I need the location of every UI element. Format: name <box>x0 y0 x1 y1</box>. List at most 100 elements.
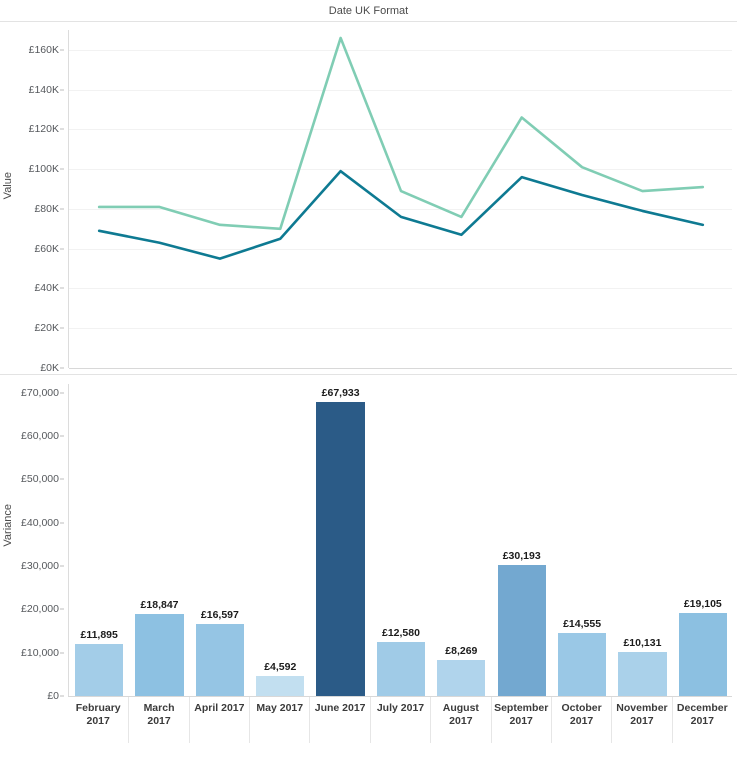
bar-slot: £19,105 <box>673 384 733 696</box>
x-axis-label: October 2017 <box>561 702 602 727</box>
bar-value-label: £4,592 <box>264 661 297 674</box>
line-chart-y-tick-label: £40K <box>34 282 59 295</box>
x-axis-label: February 2017 <box>75 702 121 727</box>
bar-chart-y-tick-mark <box>60 608 64 610</box>
bar-value-label: £10,131 <box>623 637 662 650</box>
bar-slot: £10,131 <box>612 384 672 696</box>
bar-value-label: £14,555 <box>563 617 602 630</box>
chart-title-bar: Date UK Format <box>0 0 737 22</box>
line-chart-y-tick-mark <box>60 208 64 210</box>
x-axis-slot: November 2017 <box>611 697 671 743</box>
bar-value-label: £8,269 <box>445 645 478 658</box>
line-chart-y-tick-mark <box>60 168 64 170</box>
line-chart-y-tick-mark <box>60 128 64 130</box>
bar-chart-y-tick-label: £0 <box>47 689 59 702</box>
bar-chart-y-tick-label: £60,000 <box>21 429 59 442</box>
bar-chart-y-tick-mark <box>60 392 64 394</box>
bar-chart-y-tick-mark <box>60 478 64 480</box>
line-chart-y-tick-label: £120K <box>28 123 59 136</box>
x-axis-slot: February 2017 <box>68 697 128 743</box>
dual-chart-viz: Date UK Format Value £0K £20K £40K £60K £80K… <box>0 0 737 772</box>
line-chart-y-tick-label: £100K <box>28 162 59 175</box>
x-axis-slot: May 2017 <box>249 697 309 743</box>
bar-value-label: £67,933 <box>321 386 360 399</box>
line-chart-baseline <box>69 368 732 369</box>
bar-slot: £8,269 <box>431 384 491 696</box>
bar-slot: £11,895 <box>69 384 129 696</box>
bar-value-label: £16,597 <box>200 609 239 622</box>
x-axis-label: August 2017 <box>442 702 479 727</box>
bar-chart-panel: Variance £0 £10,000 £20,000 £30,000 £40,000 £… <box>0 374 737 743</box>
line-chart-y-tick-label: £0K <box>40 361 59 374</box>
bar-chart-y-axis-title: Variance <box>2 504 14 547</box>
line-chart-y-tick-mark <box>60 248 64 250</box>
x-axis-label: November 2017 <box>616 702 668 727</box>
line-chart-y-tick-label: £140K <box>28 83 59 96</box>
bar[interactable] <box>75 644 124 696</box>
bar-chart-y-tick-mark <box>60 652 64 654</box>
line-chart-y-axis-title: Value <box>2 172 14 200</box>
x-axis-label: June 2017 <box>314 702 366 714</box>
bar-value-label: £18,847 <box>140 599 179 612</box>
line-chart-y-tick-mark <box>60 367 64 369</box>
bar[interactable] <box>557 632 607 696</box>
bar-chart-y-tick-mark <box>60 435 64 437</box>
bar-slot: £30,193 <box>492 384 552 696</box>
bar-slot: £67,933 <box>310 384 370 696</box>
bar[interactable] <box>497 565 546 696</box>
x-axis-slot: December 2017 <box>671 697 732 743</box>
bar-slot: £14,555 <box>552 384 612 696</box>
bar-chart-y-tick-label: £50,000 <box>21 473 59 486</box>
x-axis-slot: July 2017 <box>369 697 430 743</box>
x-axis-label: May 2017 <box>256 702 304 714</box>
bar[interactable] <box>437 660 486 696</box>
bar[interactable] <box>135 614 184 696</box>
bar[interactable] <box>678 613 727 696</box>
bar-chart-y-tick-label: £70,000 <box>21 386 59 399</box>
line-series <box>97 36 705 231</box>
line-chart-y-tick-mark <box>60 89 64 91</box>
line-series-group <box>97 36 705 260</box>
bar-chart-x-axis: February 2017 March 2017 April 2017 May 201… <box>68 696 732 743</box>
bar-chart-y-tick-mark <box>60 522 64 524</box>
bar-chart-y-tick-label: £20,000 <box>21 603 59 616</box>
line-chart-y-tick-mark <box>60 49 64 51</box>
x-axis-label: September 2017 <box>494 702 549 727</box>
bar[interactable] <box>256 676 305 696</box>
bar-slot: £12,580 <box>371 384 431 696</box>
bar-chart-y-tick-label: £30,000 <box>21 559 59 572</box>
x-axis-slot: April 2017 <box>188 697 249 743</box>
line-chart-y-ticks: £0K £20K £40K £60K £80K £100K £120K £140K £160K <box>18 22 64 374</box>
line-chart-panel: Value £0K £20K £40K £60K £80K £100K £120K £140K… <box>0 22 737 374</box>
bar-slot: £16,597 <box>190 384 250 696</box>
line-chart-y-tick-label: £60K <box>34 242 59 255</box>
line-chart-y-tick-label: £20K <box>34 321 59 334</box>
page-title: Date UK Format <box>328 4 409 17</box>
line-chart-y-tick-mark <box>60 287 64 289</box>
bar-slot: £18,847 <box>129 384 189 696</box>
x-axis-slot: September 2017 <box>490 697 551 743</box>
bar-chart-y-tick-label: £40,000 <box>21 516 59 529</box>
bar-chart-y-ticks: £0 £10,000 £20,000 £30,000 £40,000 £50,000 £60… <box>18 374 64 732</box>
bar-value-label: £30,193 <box>502 550 541 563</box>
bar[interactable] <box>195 624 245 696</box>
bar-chart-plot-area: £11,895 £18,847 £16,597 £4,592 £67,933 £12,58… <box>68 384 732 697</box>
bar-chart-y-tick-mark <box>60 695 64 697</box>
line-chart-y-tick-label: £80K <box>34 202 59 215</box>
x-axis-label: March 2017 <box>143 702 175 727</box>
bar-value-label: £19,105 <box>683 598 722 611</box>
line-chart-plot-area <box>68 30 732 369</box>
bar-value-label: £12,580 <box>382 626 420 639</box>
x-axis-slot: October 2017 <box>550 697 611 743</box>
x-axis-slot: March 2017 <box>128 697 188 743</box>
x-axis-label: July 2017 <box>376 702 425 714</box>
bars-layer: £11,895 £18,847 £16,597 £4,592 £67,933 £12,58… <box>69 384 732 696</box>
bar[interactable] <box>376 641 426 696</box>
x-axis-label: April 2017 <box>194 702 245 714</box>
bar[interactable] <box>316 401 365 696</box>
x-axis-slot: August 2017 <box>430 697 490 743</box>
line-chart-y-tick-label: £160K <box>28 43 59 56</box>
line-chart-y-tick-mark <box>60 327 64 329</box>
bar[interactable] <box>618 652 667 696</box>
x-axis-label: December 2017 <box>676 702 728 727</box>
